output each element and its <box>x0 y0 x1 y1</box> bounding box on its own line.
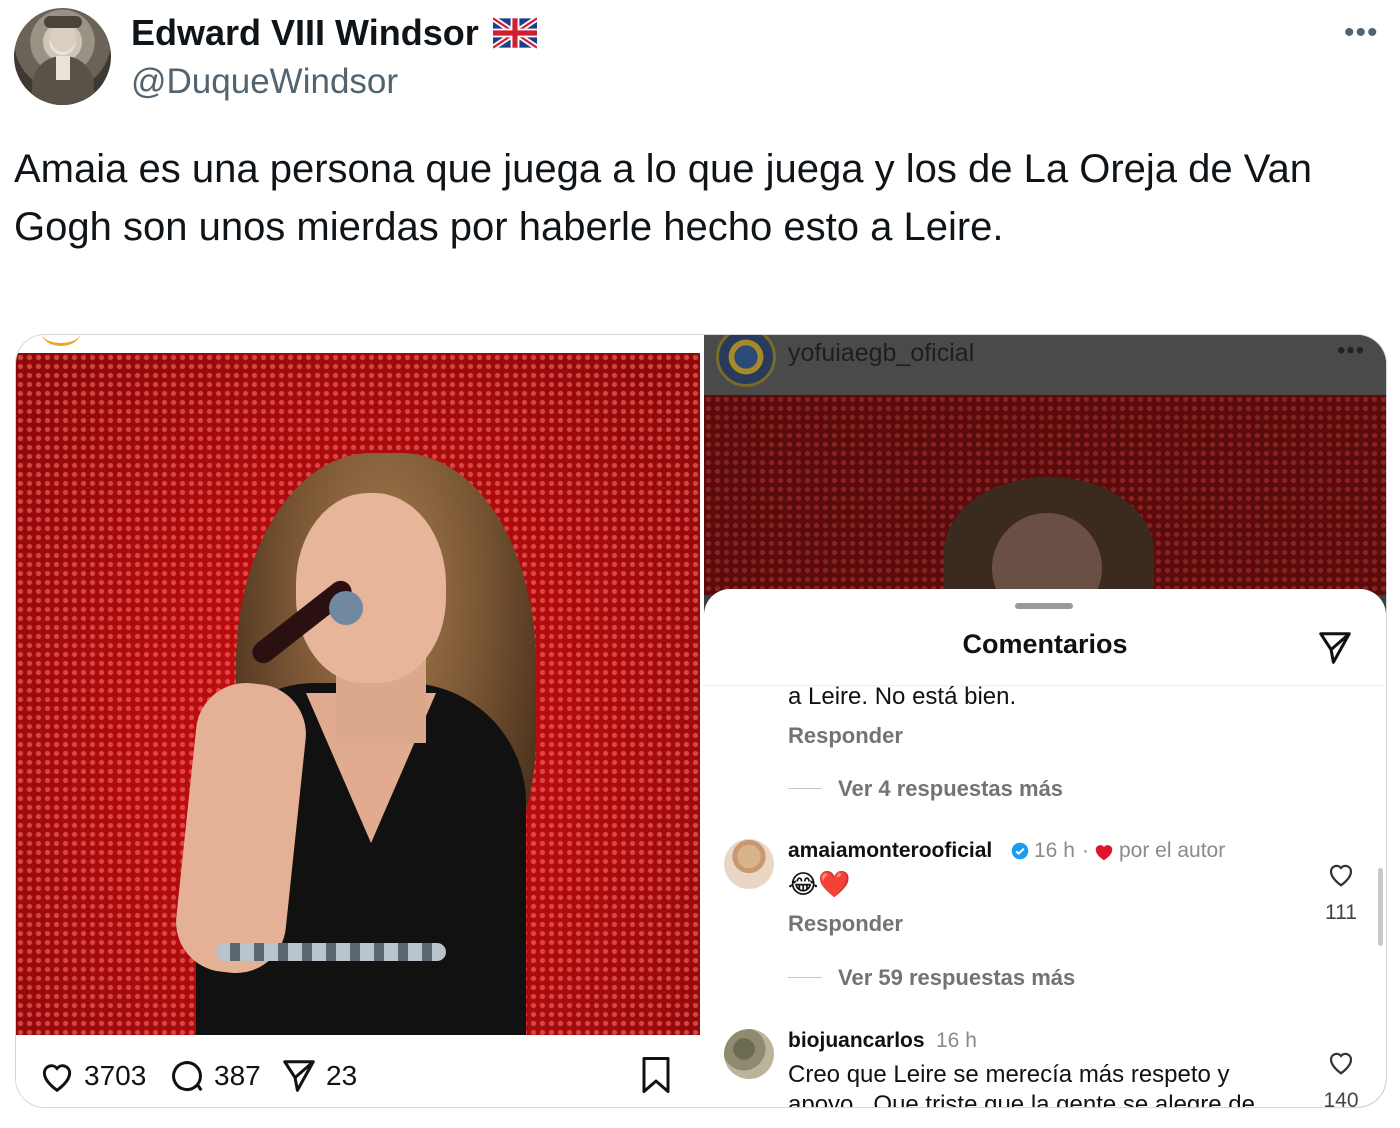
heart-icon[interactable] <box>1326 1047 1356 1077</box>
comment-time: 16 h <box>1034 839 1075 862</box>
sheet-grabber[interactable] <box>1015 603 1073 609</box>
send-icon <box>283 1060 315 1092</box>
view-more-replies[interactable]: Ver 59 respuestas más <box>838 965 1075 991</box>
verified-icon <box>1011 842 1029 860</box>
comment-text-line-1: Creo que Leire se merecía más respeto y <box>788 1061 1230 1088</box>
ig-username[interactable]: yofuiaegb_oficial <box>788 339 974 368</box>
previous-comment-text: a Leire. No está bien. <box>788 683 1017 710</box>
heart-icon <box>42 1064 72 1093</box>
ig-post-header: yofuiaegb_oficial ••• <box>704 335 1386 395</box>
comment-text-line-2: apoyo . Que triste que la gente se alegr… <box>788 1091 1255 1107</box>
ig-post-photo <box>704 395 1386 627</box>
sheet-title: Comentarios <box>962 629 1128 659</box>
commenter-avatar[interactable] <box>724 1029 774 1079</box>
post-actions: 3703 387 23 <box>16 1035 700 1107</box>
left-post-screenshot: 3703 387 23 <box>16 335 700 1107</box>
right-post-screenshot: yofuiaegb_oficial ••• Comentarios a Leir… <box>704 335 1386 1107</box>
reply-link[interactable]: Responder <box>788 911 903 937</box>
author-handle[interactable]: @DuqueWindsor <box>131 62 398 102</box>
ig-account-avatar[interactable] <box>716 335 776 387</box>
comment-text: 😂❤️ <box>788 869 851 899</box>
comment-icon <box>172 1061 203 1092</box>
comment-count: 387 <box>214 1060 261 1091</box>
ig-more-icon[interactable]: ••• <box>1337 337 1365 365</box>
send-icon[interactable] <box>1316 629 1354 667</box>
share-action[interactable]: 23 <box>280 1057 357 1095</box>
comment-like-count: 111 <box>1325 901 1357 924</box>
bookmark-icon[interactable] <box>638 1055 674 1095</box>
comments-sheet: Comentarios a Leire. No está bien. Respo… <box>704 589 1386 1107</box>
more-icon[interactable]: ••• <box>1344 16 1379 50</box>
tweet-media[interactable]: 3703 387 23 yofuiaegb_oficial ••• Coment… <box>15 334 1387 1108</box>
author-name[interactable]: Edward VIII Windsor <box>131 12 479 54</box>
like-action[interactable]: 3703 <box>38 1057 146 1095</box>
tweet-text: Amaia es una persona que juega a lo que … <box>14 147 1312 249</box>
comment-time: 16 h <box>936 1029 977 1052</box>
singer-photo <box>16 353 700 1035</box>
comment-username[interactable]: biojuancarlos <box>788 1029 925 1053</box>
like-count: 3703 <box>84 1060 147 1091</box>
reply-link[interactable]: Responder <box>788 723 903 749</box>
comment-username[interactable]: amaiamonterooficial <box>788 839 992 863</box>
heart-filled-icon <box>1095 845 1113 861</box>
author-avatar[interactable] <box>14 8 111 105</box>
heart-icon[interactable] <box>1326 859 1356 889</box>
commenter-avatar[interactable] <box>724 839 774 889</box>
view-more-replies[interactable]: Ver 4 respuestas más <box>838 776 1063 802</box>
comments-scrollbar[interactable] <box>1378 868 1383 946</box>
author-liked-badge: por el autor <box>1119 839 1226 862</box>
comment-action[interactable]: 387 <box>168 1057 261 1095</box>
share-count: 23 <box>326 1060 358 1091</box>
post-header-strip <box>16 335 700 353</box>
uk-flag-icon <box>493 17 537 49</box>
comment-like-count: 140 <box>1323 1089 1359 1107</box>
